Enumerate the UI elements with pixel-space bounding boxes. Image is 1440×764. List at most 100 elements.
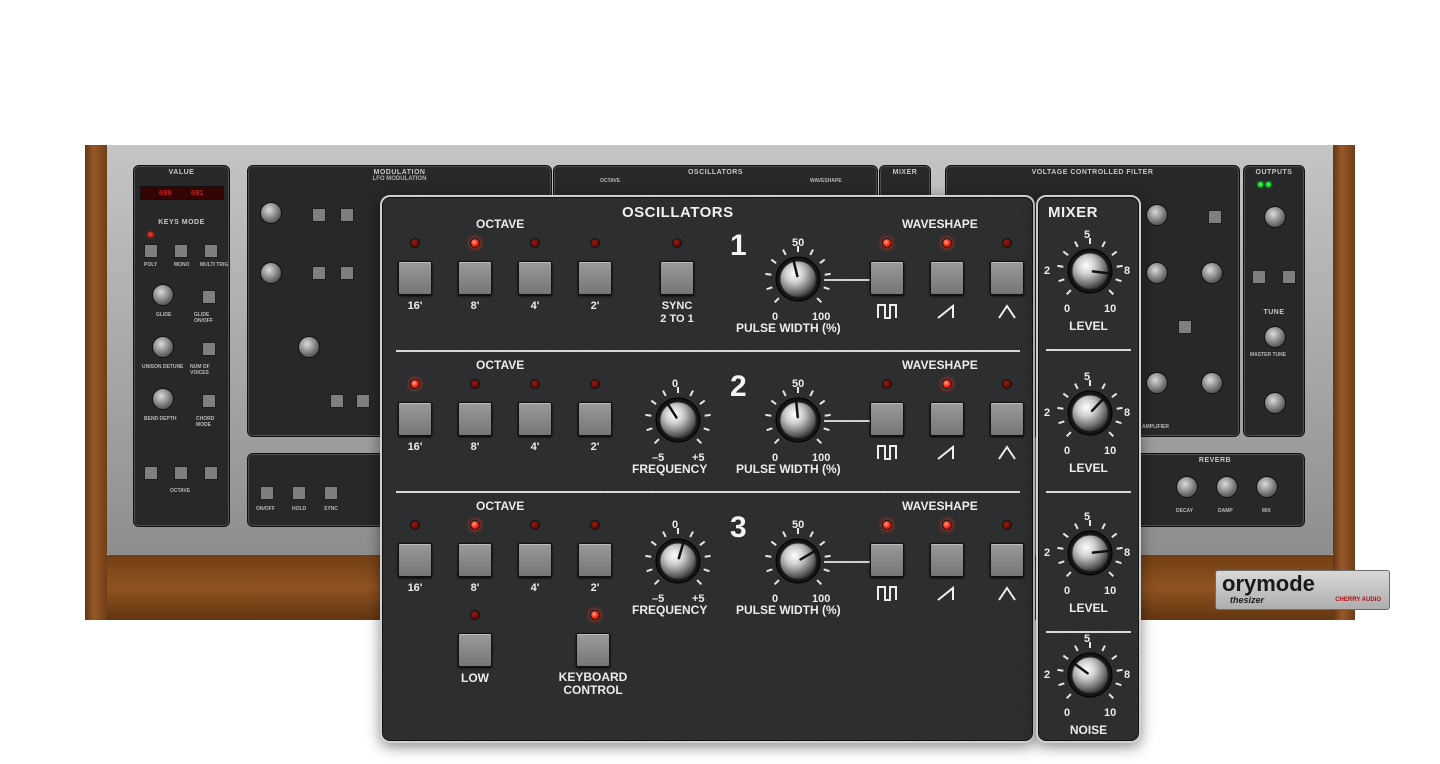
mixer-knob-4[interactable] <box>1052 637 1128 713</box>
bg-arp-on-off-button[interactable] <box>260 486 274 500</box>
bg-arp-sync-button[interactable] <box>324 486 338 500</box>
bg-vcf-knob-1[interactable] <box>1146 204 1168 226</box>
bg-octave-up-button[interactable] <box>204 466 218 480</box>
bg-vcf-knob-2[interactable] <box>1146 262 1168 284</box>
bg-vca-knob-2[interactable] <box>1201 372 1223 394</box>
footage-label: 8' <box>470 441 480 453</box>
bg-shift-knob[interactable] <box>1264 392 1286 414</box>
knob-cap <box>1071 534 1109 572</box>
mixer-knob-3-scale-label: 10 <box>1104 585 1117 597</box>
bg-mod-button-1[interactable] <box>312 266 326 280</box>
bg-glide-on-off-button[interactable] <box>202 290 216 304</box>
mixer-knob-3[interactable] <box>1052 515 1128 591</box>
bg-mono-label: MONO <box>174 262 190 268</box>
sync-button[interactable] <box>660 261 694 295</box>
knob-tick <box>773 438 780 445</box>
bg-osc3-knob[interactable] <box>298 336 320 358</box>
knob-tick <box>1101 383 1106 390</box>
octave-4-button[interactable] <box>578 261 612 295</box>
knob-tick <box>1074 645 1079 652</box>
bg-arp-hold-button[interactable] <box>292 486 306 500</box>
bg-octave-down-button[interactable] <box>144 466 158 480</box>
octave-label-3: OCTAVE <box>476 499 525 513</box>
app-screen: VALUE 000 001 KEYS MODE POLY MONO MULTI … <box>0 0 1440 764</box>
bg-vcf-knob-3[interactable] <box>1201 262 1223 284</box>
waveshape-tri-button[interactable] <box>990 261 1024 295</box>
octave-1-button[interactable] <box>398 261 432 295</box>
octave-2-button[interactable] <box>458 402 492 436</box>
knob-tick <box>704 554 711 558</box>
waveshape-saw-button[interactable] <box>930 402 964 436</box>
knob-tick <box>650 399 657 405</box>
bg-mono-button[interactable] <box>174 244 188 258</box>
waveshape-saw-button[interactable] <box>930 543 964 577</box>
mixer-channel-label-4: NOISE <box>1069 723 1108 737</box>
keyboard-control-button[interactable] <box>576 633 610 667</box>
mixer-knob-3-scale-label: 0 <box>1064 585 1071 597</box>
bg-reverb-damp-knob[interactable] <box>1216 476 1238 498</box>
frequency-knob-2[interactable] <box>640 382 716 458</box>
knob-tick <box>1065 289 1072 296</box>
bg-mod-whl-knob[interactable] <box>260 262 282 284</box>
bg-master-tune-knob[interactable] <box>1264 326 1286 348</box>
octave-1-button[interactable] <box>398 402 432 436</box>
octave-2-button[interactable] <box>458 261 492 295</box>
waveshape-led <box>1002 520 1012 530</box>
waveshape-tri-button[interactable] <box>990 402 1024 436</box>
frequency-knob-3[interactable] <box>640 523 716 599</box>
knob-tick <box>782 249 787 256</box>
footage-label: 16' <box>407 441 423 453</box>
waveshape-pulse-button[interactable] <box>870 261 904 295</box>
bg-modulation-label: MODULATION <box>373 169 426 176</box>
mixer-knob-3-scale-label: 5 <box>1084 511 1091 523</box>
octave-3-button[interactable] <box>518 402 552 436</box>
bg-master-volume-knob[interactable] <box>1264 206 1286 228</box>
pulse-wave-icon <box>877 444 897 460</box>
bg-osc2-dest-button[interactable] <box>356 394 370 408</box>
mixer-knob-2[interactable] <box>1052 375 1128 451</box>
footage-label: 4' <box>530 582 540 594</box>
octave-4-button[interactable] <box>578 402 612 436</box>
bg-osc1-dest-button[interactable] <box>330 394 344 408</box>
bg-bend-depth-knob[interactable] <box>152 388 174 410</box>
bg-mod-button-2[interactable] <box>340 266 354 280</box>
knob-tick <box>1058 560 1065 565</box>
bg-poly-button[interactable] <box>144 244 158 258</box>
waveshape-label-2: WAVESHAPE <box>902 358 978 372</box>
bg-octave-zero-button[interactable] <box>174 466 188 480</box>
bg-glide-knob[interactable] <box>152 284 174 306</box>
waveshape-pulse-button[interactable] <box>870 402 904 436</box>
waveshape-tri-button[interactable] <box>990 543 1024 577</box>
bg-sync-button[interactable] <box>340 208 354 222</box>
bg-reverb-mix-knob[interactable] <box>1256 476 1278 498</box>
frequency-label-2: FREQUENCY <box>632 462 708 476</box>
bg-release-button[interactable] <box>1178 320 1192 334</box>
bg-chord-mode-button[interactable] <box>202 394 216 408</box>
low-button[interactable] <box>458 633 492 667</box>
octave-1-button[interactable] <box>398 543 432 577</box>
bg-multi-trig-label: MULTI TRIG <box>200 262 229 268</box>
bg-reverb-decay-knob[interactable] <box>1176 476 1198 498</box>
knob-to-wave-line <box>824 420 870 422</box>
octave-led <box>590 379 600 389</box>
bg-vca-knob-1[interactable] <box>1146 372 1168 394</box>
bg-multi-trig-button[interactable] <box>204 244 218 258</box>
bg-vcf-slope-button[interactable] <box>1208 210 1222 224</box>
bg-key-reset-button[interactable] <box>312 208 326 222</box>
octave-3-button[interactable] <box>518 261 552 295</box>
knob-tick <box>765 413 772 417</box>
octave-3-button[interactable] <box>518 543 552 577</box>
knob-tick <box>689 390 694 397</box>
waveshape-saw-button[interactable] <box>930 261 964 295</box>
bg-limit-button[interactable] <box>1252 270 1266 284</box>
octave-2-button[interactable] <box>458 543 492 577</box>
octave-4-button[interactable] <box>578 543 612 577</box>
pulse-wave-icon <box>877 585 897 601</box>
waveshape-pulse-button[interactable] <box>870 543 904 577</box>
bg-mono-out-button[interactable] <box>1282 270 1296 284</box>
mixer-knob-1[interactable] <box>1052 233 1128 309</box>
oscillator-number-2: 2 <box>730 370 747 403</box>
bg-num-voices-button[interactable] <box>202 342 216 356</box>
bg-unison-detune-knob[interactable] <box>152 336 174 358</box>
bg-lfo-knob[interactable] <box>260 202 282 224</box>
